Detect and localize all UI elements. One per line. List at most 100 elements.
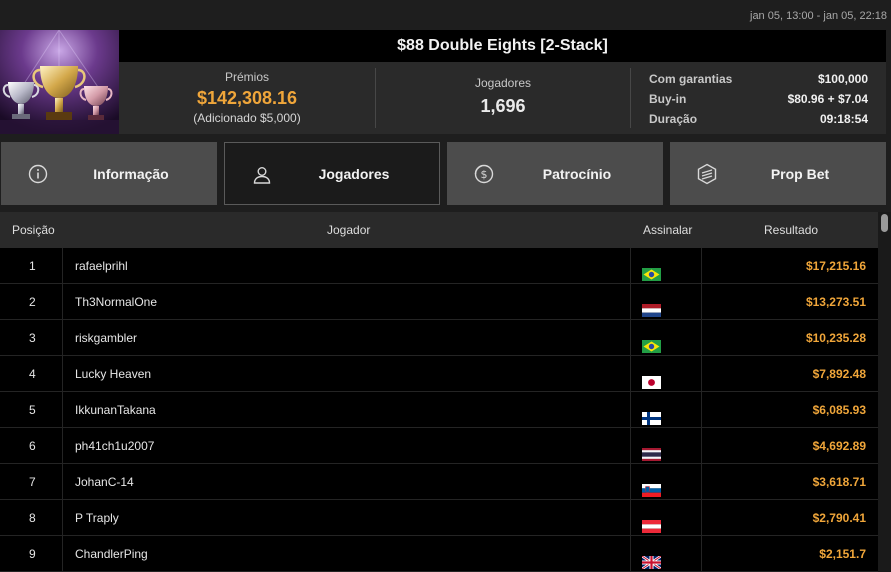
row-player-name[interactable]: P Traply xyxy=(75,500,119,536)
row-result: $6,085.93 xyxy=(812,403,866,417)
row-player-name[interactable]: ChandlerPing xyxy=(75,536,148,572)
guaranteed-row: Com garantias $100,000 xyxy=(649,69,868,89)
row-position: 8 xyxy=(29,511,36,525)
guaranteed-label: Com garantias xyxy=(649,72,733,86)
brazil-flag-icon xyxy=(642,259,661,281)
table-row[interactable]: 2 Th3NormalOne $13,273.51 xyxy=(0,284,878,320)
dollar-coin-icon: $ xyxy=(474,164,494,184)
united-kingdom-flag-icon xyxy=(641,547,662,571)
row-divider xyxy=(701,320,702,356)
prizes-value: $142,308.16 xyxy=(196,88,298,108)
row-divider xyxy=(630,248,631,284)
info-icon xyxy=(28,164,48,184)
tab-jogadores[interactable]: Jogadores xyxy=(224,142,440,205)
row-divider xyxy=(62,320,63,356)
row-player-name[interactable]: IkkunanTakana xyxy=(75,392,156,428)
table-row[interactable]: 9 ChandlerPing $2,151.7 xyxy=(0,536,878,572)
hexagon-bet-icon xyxy=(697,163,717,185)
row-divider xyxy=(62,248,63,284)
prizes-stat: Prémios $142,308.16 (Adicionado $5,000) xyxy=(119,62,375,134)
slovenia-flag-icon xyxy=(642,475,661,497)
duration-label: Duração xyxy=(649,112,698,126)
row-divider xyxy=(701,392,702,428)
trophy-banner-image xyxy=(0,30,119,134)
row-result: $10,235.28 xyxy=(805,331,866,345)
row-divider xyxy=(62,284,63,320)
user-icon xyxy=(253,167,271,184)
row-divider xyxy=(62,536,63,572)
table-row[interactable]: 8 P Traply $2,790.41 xyxy=(0,500,878,536)
row-divider xyxy=(630,320,631,356)
scrollbar-thumb[interactable] xyxy=(881,214,888,232)
guaranteed-value: $100,000 xyxy=(817,72,868,86)
row-player-name[interactable]: Lucky Heaven xyxy=(75,356,151,392)
table-row[interactable]: 6 ph41ch1u2007 $4,692.89 xyxy=(0,428,878,464)
column-header-player[interactable]: Jogador xyxy=(327,212,370,248)
row-divider xyxy=(62,428,63,464)
row-result: $2,790.41 xyxy=(812,511,866,525)
row-divider xyxy=(630,464,631,500)
players-stat: Jogadores 1,696 xyxy=(376,62,630,134)
row-position: 4 xyxy=(29,367,36,381)
players-label: Jogadores xyxy=(474,76,532,90)
finland-flag-icon xyxy=(642,403,661,425)
row-position: 2 xyxy=(29,295,36,309)
tournament-stats-panel: Prémios $142,308.16 (Adicionado $5,000) … xyxy=(119,62,886,134)
row-divider xyxy=(630,356,631,392)
tournament-title: $88 Double Eights [2-Stack] xyxy=(397,37,608,54)
row-divider xyxy=(62,464,63,500)
tab-prop-bet[interactable]: Prop Bet xyxy=(670,142,886,205)
netherlands-flag-icon xyxy=(642,295,661,317)
row-divider xyxy=(701,464,702,500)
row-divider xyxy=(701,284,702,320)
buyin-value: $80.96 + $7.04 xyxy=(787,92,868,106)
austria-flag-icon xyxy=(642,511,661,533)
duration-value: 09:18:54 xyxy=(819,112,868,126)
row-result: $2,151.7 xyxy=(819,547,866,561)
table-scrollbar[interactable] xyxy=(878,212,891,572)
row-position: 7 xyxy=(29,475,36,489)
tab-informacao[interactable]: Informação xyxy=(1,142,217,205)
prizes-added: (Adicionado $5,000) xyxy=(193,111,301,125)
brazil-flag-icon xyxy=(642,331,661,353)
row-position: 3 xyxy=(29,331,36,345)
table-row[interactable]: 4 Lucky Heaven $7,892.48 xyxy=(0,356,878,392)
column-header-result[interactable]: Resultado xyxy=(764,212,818,248)
table-row[interactable]: 1 rafaelprihl $17,215.16 xyxy=(0,248,878,284)
row-divider xyxy=(701,500,702,536)
row-divider xyxy=(630,284,631,320)
results-table: Posição Jogador Assinalar Resultado 1 raf… xyxy=(0,212,878,572)
column-header-flag[interactable]: Assinalar xyxy=(643,212,692,248)
row-result: $7,892.48 xyxy=(812,367,866,381)
row-divider xyxy=(62,392,63,428)
row-position: 9 xyxy=(29,547,36,561)
tournament-date-range: jan 05, 13:00 - jan 05, 22:18 xyxy=(750,10,887,22)
buyin-label: Buy-in xyxy=(649,92,687,106)
row-player-name[interactable]: Th3NormalOne xyxy=(75,284,157,320)
trophy-icon xyxy=(0,30,119,134)
column-header-position[interactable]: Posição xyxy=(12,212,55,248)
row-player-name[interactable]: riskgambler xyxy=(75,320,137,356)
table-row[interactable]: 5 IkkunanTakana $6,085.93 xyxy=(0,392,878,428)
thailand-flag-icon xyxy=(642,439,661,461)
tournament-tabs: Informação Jogadores $ Patrocínio Prop B… xyxy=(0,142,891,205)
row-result: $4,692.89 xyxy=(812,439,866,453)
table-row[interactable]: 3 riskgambler $10,235.28 xyxy=(0,320,878,356)
players-value: 1,696 xyxy=(480,96,526,116)
row-player-name[interactable]: ph41ch1u2007 xyxy=(75,428,154,464)
row-divider xyxy=(701,536,702,572)
row-player-name[interactable]: JohanC-14 xyxy=(75,464,134,500)
table-row[interactable]: 7 JohanC-14 $3,618.71 xyxy=(0,464,878,500)
row-player-name[interactable]: rafaelprihl xyxy=(75,248,128,284)
row-result: $17,215.16 xyxy=(805,259,866,273)
japan-flag-icon xyxy=(642,367,661,389)
row-divider xyxy=(701,248,702,284)
table-header: Posição Jogador Assinalar Resultado xyxy=(0,212,878,248)
row-result: $13,273.51 xyxy=(805,295,866,309)
row-divider xyxy=(630,536,631,572)
top-bar: jan 05, 13:00 - jan 05, 22:18 xyxy=(0,0,891,30)
row-divider xyxy=(630,500,631,536)
tab-patrocinio[interactable]: $ Patrocínio xyxy=(447,142,663,205)
row-divider xyxy=(701,428,702,464)
tournament-details: Com garantias $100,000 Buy-in $80.96 + $… xyxy=(631,62,886,134)
